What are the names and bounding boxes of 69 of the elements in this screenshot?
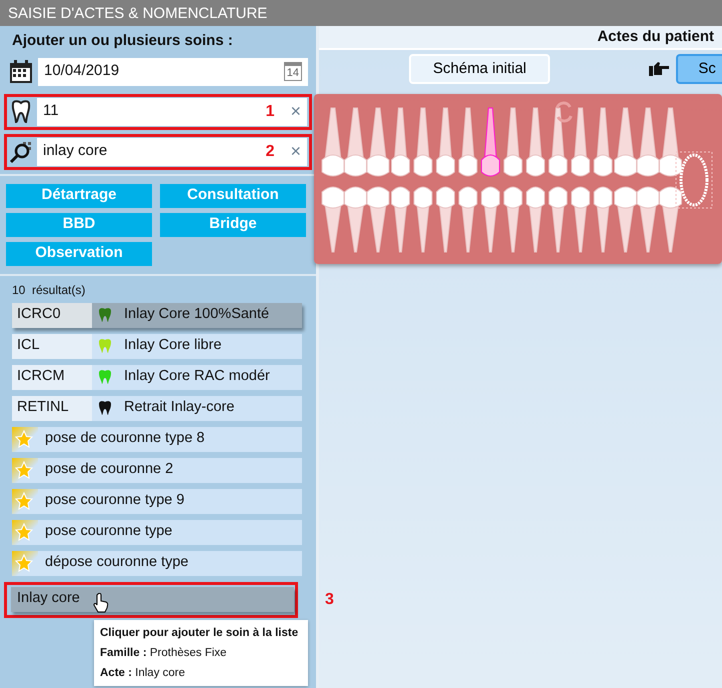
tooltip-line: Cliquer pour ajouter le soin à la liste [100,626,300,641]
upper-tooth[interactable] [504,108,522,176]
panel-header: Actes du patient [597,26,714,47]
clear-button[interactable]: × [290,138,301,165]
upper-tooth[interactable] [594,108,612,176]
result-row[interactable]: RETINL Retrait Inlay-core [12,396,302,420]
clear-button[interactable]: × [290,98,301,125]
lower-tooth[interactable] [594,186,612,252]
upper-tooth[interactable] [436,108,455,176]
result-row[interactable]: pose de couronne type 8 [12,426,302,452]
pointing-hand-icon [648,61,670,77]
lower-tooth[interactable] [636,186,660,252]
lower-tooth[interactable] [458,186,478,252]
upper-tooth[interactable] [344,108,367,176]
field-value: inlay core [43,141,108,162]
dental-arch-icon[interactable] [676,152,712,208]
upper-tooth[interactable] [391,108,410,176]
result-row[interactable]: ICRC0 Inlay Core 100%Santé [12,302,302,328]
refresh-icon[interactable] [556,102,572,122]
annotation-number: 1 [266,102,274,122]
lower-tooth[interactable] [414,186,432,252]
upper-tooth[interactable] [614,108,637,176]
result-row[interactable]: pose couronne type [12,520,302,544]
upper-tooth[interactable] [322,108,344,176]
lower-tooth[interactable] [614,186,637,252]
lower-tooth[interactable] [366,186,390,252]
result-row[interactable]: ICRCM Inlay Core RAC modér [12,364,302,390]
search-field[interactable]: inlay core 2 × [37,138,307,166]
tooth-icon [9,98,33,124]
tooth-field[interactable]: 11 1 × [37,98,307,126]
lower-tooth[interactable] [571,186,590,252]
view-button[interactable]: Sc [676,54,722,84]
result-row[interactable]: pose couronne type 9 [12,488,302,514]
lower-tooth[interactable] [391,186,410,252]
field-value: 11 [43,101,60,122]
section-heading: Ajouter un ou plusieurs soins : [12,31,234,51]
upper-tooth[interactable] [414,108,432,176]
field-value: 10/04/2019 [44,61,120,82]
lower-tooth[interactable] [526,186,545,252]
date-field[interactable]: 10/04/2019 14 [38,58,308,86]
calendar-icon [8,58,34,84]
lower-tooth[interactable] [344,186,367,252]
upper-tooth[interactable] [659,108,682,176]
upper-tooth[interactable] [366,108,390,176]
annotation-number: 2 [266,142,274,162]
hand-cursor-icon [93,592,109,612]
annotation-number: 3 [325,590,334,610]
lower-tooth[interactable] [481,186,500,252]
result-row[interactable]: pose de couronne 2 [12,458,302,482]
upper-tooth[interactable] [636,108,660,176]
result-row[interactable]: ICL Inlay Core libre [12,334,302,358]
tooltip-line: Famille : Prothèses Fixe [100,646,228,661]
lower-tooth[interactable] [548,186,568,252]
lower-tooth[interactable] [504,186,522,252]
lower-tooth[interactable] [659,186,682,252]
upper-tooth[interactable] [548,108,568,176]
upper-tooth[interactable] [571,108,590,176]
tooltip-line: Acte : Inlay core [100,666,186,681]
lower-tooth[interactable] [322,186,344,252]
result-row[interactable]: Inlay core [11,586,294,612]
upper-tooth[interactable] [458,108,478,176]
result-count: 10 résultat(s) [12,282,86,298]
window-title: SAISIE D'ACTES & NOMENCLATURE [0,0,722,26]
date-picker-button[interactable]: 14 [284,62,302,81]
upper-tooth[interactable] [481,108,500,176]
lower-tooth[interactable] [436,186,455,252]
view-button[interactable]: Schéma initial [409,54,550,84]
upper-tooth[interactable] [526,108,545,176]
result-row[interactable]: dépose couronne type [12,550,302,576]
